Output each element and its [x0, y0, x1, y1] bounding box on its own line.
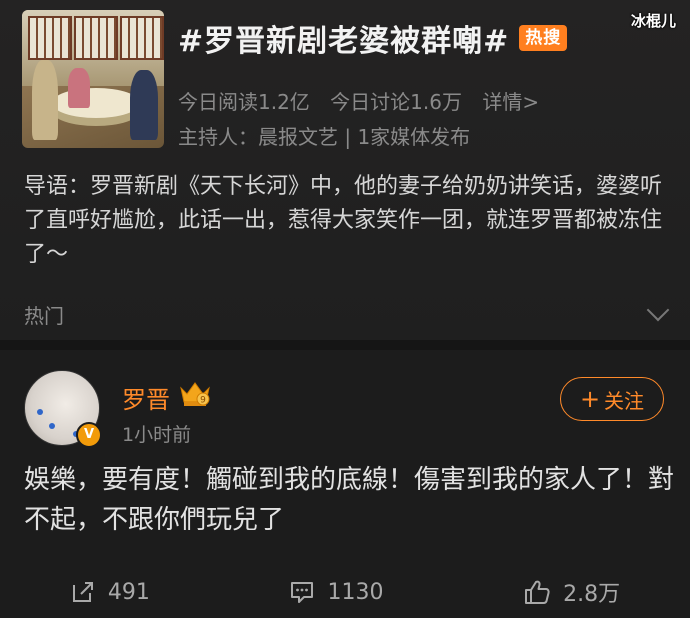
follow-button[interactable]: + 关注	[560, 377, 664, 421]
crown-icon: 9	[180, 382, 210, 406]
comment-count: 1130	[327, 579, 384, 605]
details-link[interactable]: 详情>	[482, 90, 539, 114]
comment-button[interactable]: 1130	[289, 579, 383, 605]
post-card: V 罗晋 9 1小时前 + 关注 娛樂，要有度！觸碰到我的底線！傷害到我的家人了…	[0, 350, 690, 618]
post-text: 娛樂，要有度！觸碰到我的底線！傷害到我的家人了！對不起，不跟你們玩兒了	[24, 465, 675, 535]
topic-card: #罗晋新剧老婆被群嘲# 热搜 今日阅读1.2亿 今日讨论1.6万 详情> 主持人…	[0, 0, 690, 340]
repost-button[interactable]: 491	[70, 579, 150, 605]
chevron-down-icon[interactable]	[646, 298, 670, 322]
action-bar: 491 1130 2.8万	[0, 572, 690, 612]
discuss-stat: 今日讨论1.6万	[330, 90, 462, 114]
topic-thumbnail[interactable]	[22, 10, 164, 148]
watermark: 冰棍儿	[630, 12, 676, 30]
hot-badge: 热搜	[519, 25, 568, 51]
comment-icon	[291, 582, 314, 603]
share-icon	[72, 582, 93, 602]
sort-label[interactable]: 热门	[24, 300, 64, 329]
level-badge: 9	[200, 396, 206, 406]
like-button[interactable]: 2.8万	[523, 576, 620, 608]
topic-title[interactable]: #罗晋新剧老婆被群嘲# 热搜	[178, 16, 568, 60]
verified-icon: V	[76, 422, 102, 448]
topic-title-text: #罗晋新剧老婆被群嘲#	[178, 24, 510, 59]
section-divider	[0, 340, 690, 350]
follow-label: 关注	[604, 388, 645, 413]
like-icon	[525, 580, 550, 604]
username[interactable]: 罗晋	[122, 380, 170, 415]
like-count: 2.8万	[563, 582, 621, 607]
plus-icon: +	[579, 385, 601, 413]
topic-stats: 今日阅读1.2亿 今日讨论1.6万 详情>	[178, 86, 553, 115]
repost-count: 491	[107, 579, 150, 605]
read-stat: 今日阅读1.2亿	[178, 90, 310, 114]
topic-intro: 导语：罗晋新剧《天下长河》中，他的妻子给奶奶讲笑话，婆婆听了直呼好尴尬，此话一出…	[24, 174, 663, 267]
host-line: 主持人：晨报文艺 | 1家媒体发布	[178, 125, 471, 149]
post-time: 1小时前	[122, 424, 192, 446]
